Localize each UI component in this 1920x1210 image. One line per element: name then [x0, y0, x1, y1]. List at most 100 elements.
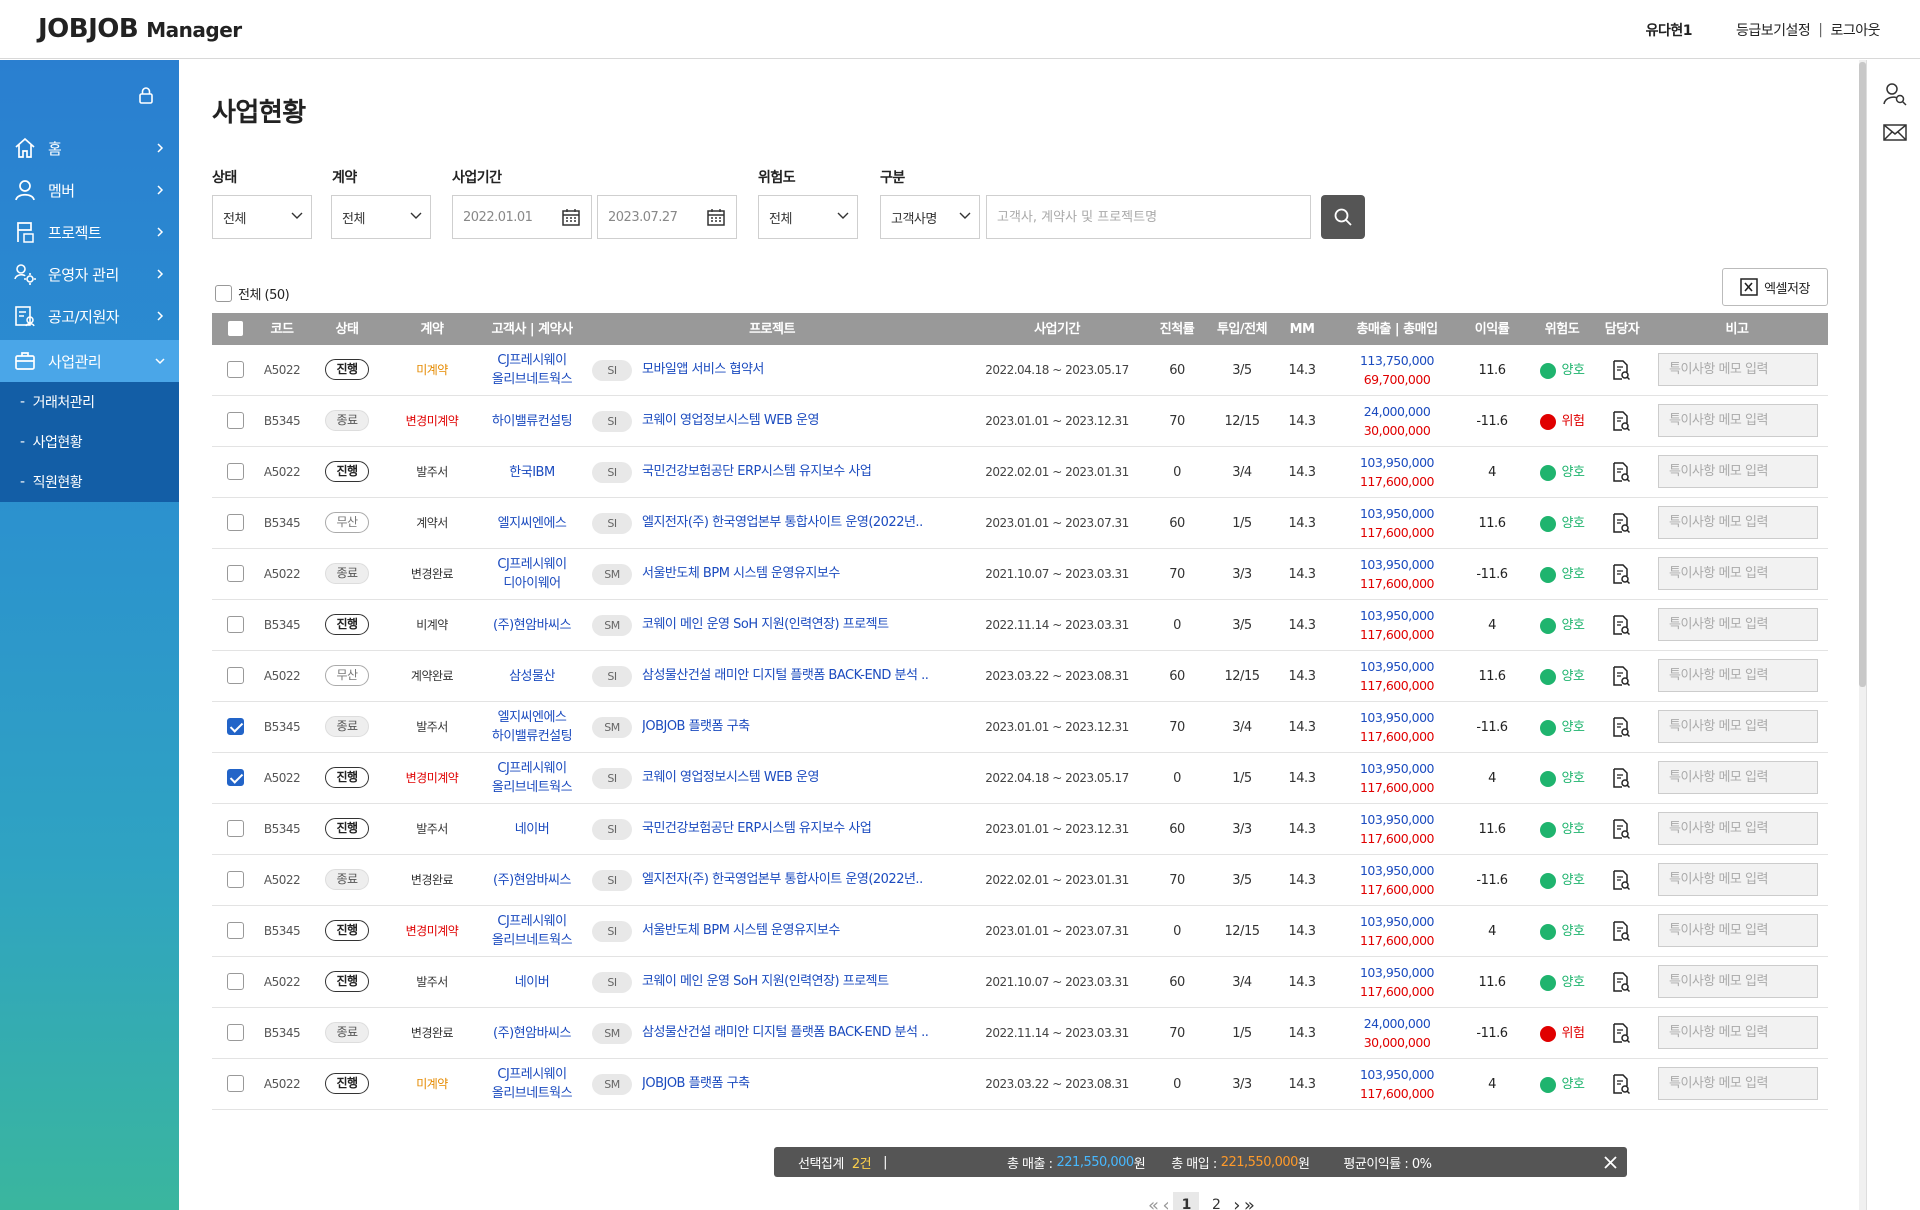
- row-checkbox[interactable]: [227, 412, 244, 429]
- table-row[interactable]: B5345 진행 비계약 (주)현암바씨스 SM 코웨이 메인 운영 SoH 지원(인력연…: [212, 600, 1828, 651]
- memo-input[interactable]: 특이사항 메모 입력: [1658, 1016, 1818, 1049]
- table-row[interactable]: A5022 진행 미계약 CJ프레시웨이 올리브네트웍스 SI 모바일앱 서비스 협약서 20…: [212, 345, 1828, 396]
- sidebar-item-home[interactable]: 홈: [0, 127, 179, 169]
- search-input[interactable]: [986, 195, 1311, 239]
- client-name[interactable]: (주)현암바씨스: [472, 871, 592, 890]
- client-name[interactable]: 하이밸류컨설팅: [472, 727, 592, 746]
- client-name[interactable]: 엘지씨엔에스: [472, 708, 592, 727]
- user-search-icon[interactable]: [1883, 82, 1907, 106]
- project-link[interactable]: 국민건강보험공단 ERP시스템 유지보수 사업: [642, 819, 952, 838]
- sidebar-item-admin[interactable]: 운영자 관리: [0, 253, 179, 295]
- table-row[interactable]: A5022 종료 변경완료 CJ프레시웨이 디아이웨어 SM 서울반도체 BPM 시스템 운…: [212, 549, 1828, 600]
- memo-input[interactable]: 특이사항 메모 입력: [1658, 659, 1818, 692]
- calendar-icon[interactable]: [706, 207, 726, 227]
- manager-view-icon[interactable]: [1612, 972, 1631, 993]
- row-checkbox[interactable]: [227, 361, 244, 378]
- logout-link[interactable]: 로그아웃: [1830, 20, 1880, 40]
- project-link[interactable]: 국민건강보험공단 ERP시스템 유지보수 사업: [642, 462, 952, 481]
- project-link[interactable]: 엘지전자(주) 한국영업본부 통합사이트 운영(2022년..: [642, 870, 952, 889]
- project-link[interactable]: 삼성물산건설 래미안 디지털 플랫폼 BACK-END 분석 ..: [642, 666, 952, 685]
- project-link[interactable]: 모바일앱 서비스 협약서: [642, 360, 952, 379]
- header-checkbox[interactable]: [227, 320, 244, 337]
- client-name[interactable]: CJ프레시웨이: [472, 912, 592, 931]
- client-name[interactable]: 올리브네트웍스: [472, 778, 592, 797]
- project-link[interactable]: 서울반도체 BPM 시스템 운영유지보수: [642, 921, 952, 940]
- manager-view-icon[interactable]: [1612, 513, 1631, 534]
- client-name[interactable]: CJ프레시웨이: [472, 759, 592, 778]
- row-checkbox[interactable]: [227, 922, 244, 939]
- memo-input[interactable]: 특이사항 메모 입력: [1658, 914, 1818, 947]
- project-link[interactable]: JOBJOB 플랫폼 구축: [642, 1074, 952, 1093]
- client-name[interactable]: 올리브네트웍스: [472, 370, 592, 389]
- project-link[interactable]: 서울반도체 BPM 시스템 운영유지보수: [642, 564, 952, 583]
- row-checkbox[interactable]: [227, 667, 244, 684]
- close-icon[interactable]: [1604, 1156, 1617, 1169]
- next-page-icon[interactable]: ›: [1233, 1195, 1240, 1210]
- manager-view-icon[interactable]: [1612, 717, 1631, 738]
- table-row[interactable]: A5022 진행 발주서 네이버 SI 코웨이 메인 운영 SoH 지원(인력연장) 프로…: [212, 957, 1828, 1008]
- table-row[interactable]: A5022 진행 미계약 CJ프레시웨이 올리브네트웍스 SM JOBJOB 플랫폼 구축 2…: [212, 1059, 1828, 1110]
- row-checkbox[interactable]: [227, 616, 244, 633]
- select-all[interactable]: 전체 (50): [215, 284, 290, 303]
- status-select[interactable]: 전체: [212, 195, 312, 239]
- memo-input[interactable]: 특이사항 메모 입력: [1658, 404, 1818, 437]
- client-name[interactable]: (주)현암바씨스: [472, 616, 592, 635]
- sidebar-item-notice[interactable]: 공고/지원자: [0, 295, 179, 337]
- row-checkbox[interactable]: [227, 565, 244, 582]
- client-name[interactable]: 삼성물산: [472, 667, 592, 686]
- first-page-icon[interactable]: «: [1148, 1195, 1159, 1210]
- memo-input[interactable]: 특이사항 메모 입력: [1658, 608, 1818, 641]
- manager-view-icon[interactable]: [1612, 564, 1631, 585]
- lock-icon[interactable]: [138, 86, 154, 104]
- scrollbar-thumb[interactable]: [1859, 62, 1866, 687]
- sidebar-item-member[interactable]: 멤버: [0, 169, 179, 211]
- table-row[interactable]: A5022 종료 변경완료 (주)현암바씨스 SI 엘지전자(주) 한국영업본부 통합사이…: [212, 855, 1828, 906]
- row-checkbox[interactable]: [227, 1024, 244, 1041]
- calendar-icon[interactable]: [561, 207, 581, 227]
- manager-view-icon[interactable]: [1612, 360, 1631, 381]
- memo-input[interactable]: 특이사항 메모 입력: [1658, 761, 1818, 794]
- grade-settings-link[interactable]: 등급보기설정: [1736, 20, 1811, 40]
- vertical-scrollbar[interactable]: [1859, 60, 1866, 1210]
- table-row[interactable]: B5345 진행 변경미계약 CJ프레시웨이 올리브네트웍스 SI 서울반도체 BPM 시스…: [212, 906, 1828, 957]
- page-2[interactable]: 2: [1203, 1192, 1229, 1210]
- client-name[interactable]: CJ프레시웨이: [472, 1065, 592, 1084]
- client-name[interactable]: 디아이웨어: [472, 574, 592, 593]
- project-link[interactable]: 엘지전자(주) 한국영업본부 통합사이트 운영(2022년..: [642, 513, 952, 532]
- manager-view-icon[interactable]: [1612, 819, 1631, 840]
- project-link[interactable]: 코웨이 영업정보시스템 WEB 운영: [642, 411, 952, 430]
- sidebar-item-business[interactable]: 사업관리: [0, 340, 179, 382]
- page-1[interactable]: 1: [1173, 1192, 1200, 1210]
- client-name[interactable]: 올리브네트웍스: [472, 931, 592, 950]
- table-row[interactable]: B5345 종료 변경완료 (주)현암바씨스 SM 삼성물산건설 래미안 디지털 플랫폼 …: [212, 1008, 1828, 1059]
- memo-input[interactable]: 특이사항 메모 입력: [1658, 710, 1818, 743]
- app-logo[interactable]: JOBJOB Manager: [38, 14, 242, 44]
- client-name[interactable]: 네이버: [472, 973, 592, 992]
- table-row[interactable]: B5345 종료 변경미계약 하이밸류컨설팅 SI 코웨이 영업정보시스템 WEB 운영 2…: [212, 396, 1828, 447]
- manager-view-icon[interactable]: [1612, 921, 1631, 942]
- sidebar-item-project[interactable]: 프로젝트: [0, 211, 179, 253]
- client-name[interactable]: 엘지씨엔에스: [472, 514, 592, 533]
- prev-page-icon[interactable]: ‹: [1163, 1195, 1170, 1210]
- manager-view-icon[interactable]: [1612, 666, 1631, 687]
- row-checkbox[interactable]: [227, 973, 244, 990]
- search-button[interactable]: [1321, 195, 1365, 239]
- client-name[interactable]: CJ프레시웨이: [472, 351, 592, 370]
- manager-view-icon[interactable]: [1612, 1023, 1631, 1044]
- table-row[interactable]: B5345 무산 계약서 엘지씨엔에스 SI 엘지전자(주) 한국영업본부 통합사이트 운…: [212, 498, 1828, 549]
- memo-input[interactable]: 특이사항 메모 입력: [1658, 557, 1818, 590]
- excel-save-button[interactable]: 엑셀저장: [1722, 268, 1828, 306]
- project-link[interactable]: 코웨이 메인 운영 SoH 지원(인력연장) 프로젝트: [642, 615, 952, 634]
- row-checkbox[interactable]: [227, 514, 244, 531]
- client-name[interactable]: 한국IBM: [472, 463, 592, 482]
- memo-input[interactable]: 특이사항 메모 입력: [1658, 863, 1818, 896]
- table-row[interactable]: A5022 진행 발주서 한국IBM SI 국민건강보험공단 ERP시스템 유지보수 사업…: [212, 447, 1828, 498]
- period-end-input[interactable]: 2023.07.27: [597, 195, 737, 239]
- client-name[interactable]: (주)현암바씨스: [472, 1024, 592, 1043]
- client-name[interactable]: 하이밸류컨설팅: [472, 412, 592, 431]
- project-link[interactable]: 삼성물산건설 래미안 디지털 플랫폼 BACK-END 분석 ..: [642, 1023, 952, 1042]
- submenu-business-status[interactable]: 사업현황: [0, 422, 179, 462]
- row-checkbox[interactable]: [227, 463, 244, 480]
- row-checkbox[interactable]: [227, 871, 244, 888]
- select-all-checkbox[interactable]: [215, 285, 232, 302]
